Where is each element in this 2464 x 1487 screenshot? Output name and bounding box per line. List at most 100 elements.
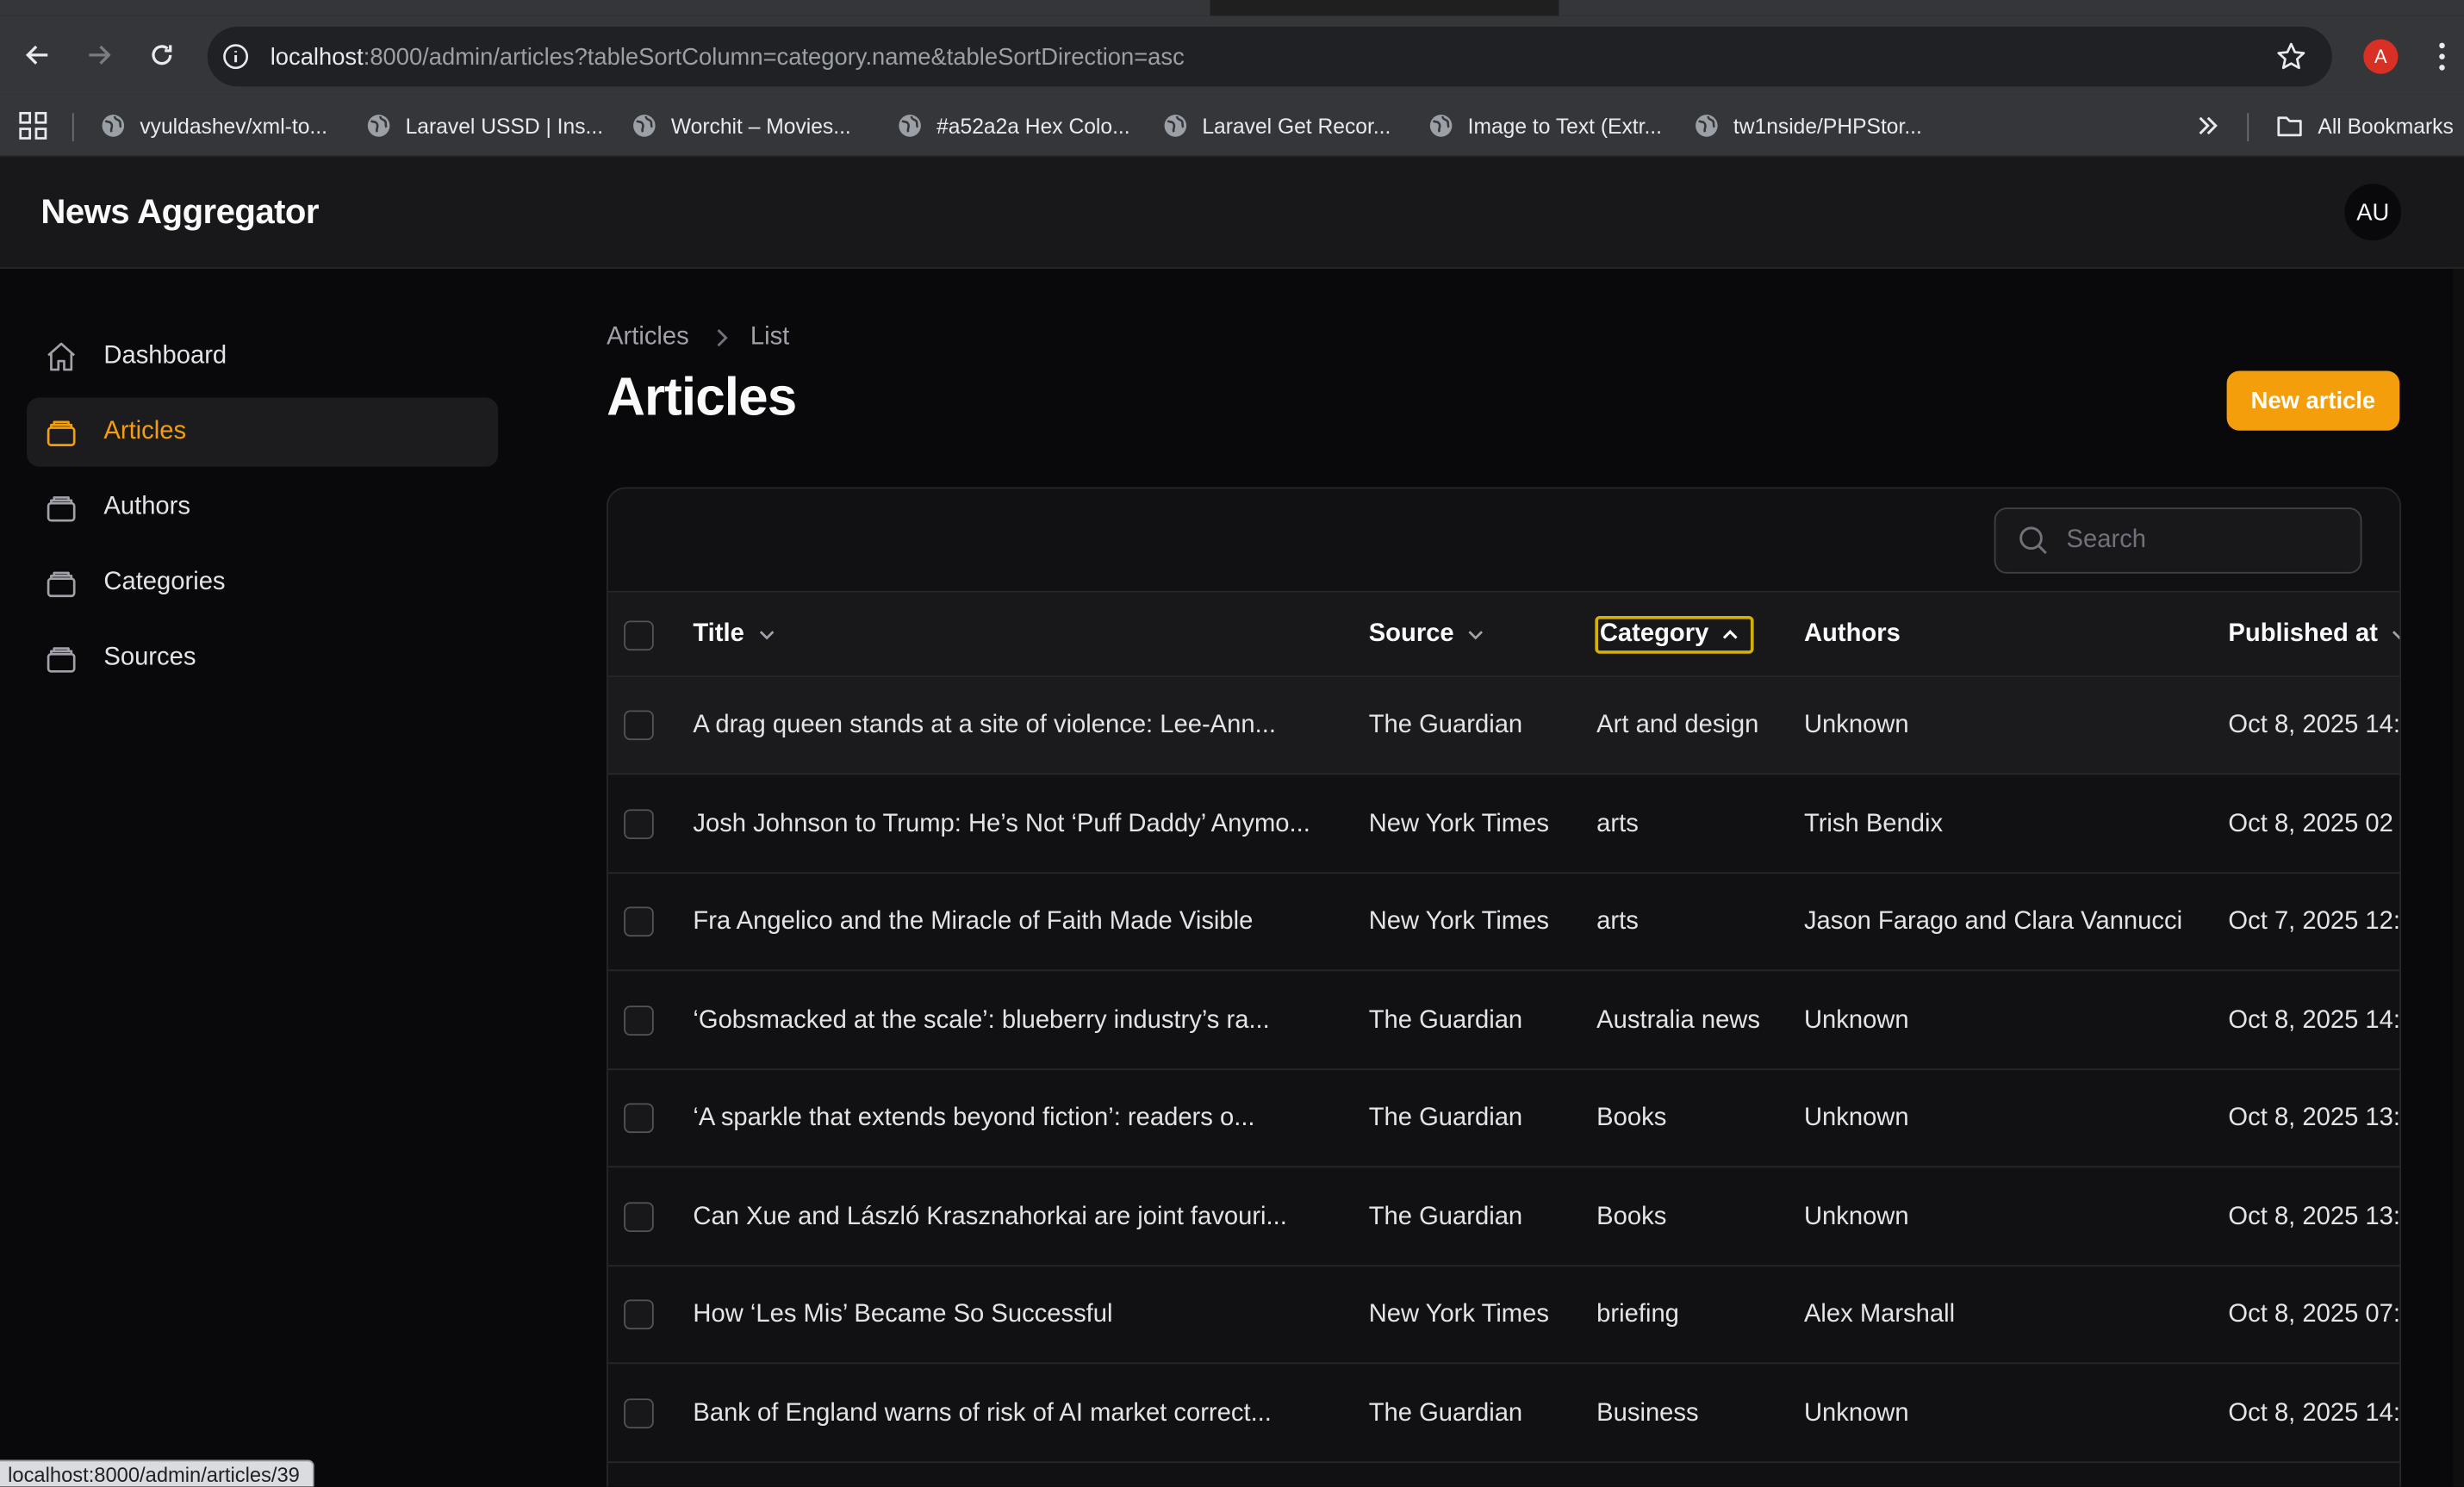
all-bookmarks-label: All Bookmarks (2318, 114, 2454, 138)
chevron-down-icon (1468, 631, 1484, 640)
reload-button[interactable] (145, 38, 179, 72)
chevron-up-icon (1723, 630, 1739, 639)
new-article-button[interactable]: New article (2226, 370, 2400, 431)
cell-title[interactable]: A drag queen stands at a site of violenc… (693, 677, 1353, 775)
sidebar-item-dashboard[interactable]: Dashboard (27, 322, 498, 391)
chevron-double-right-icon[interactable] (2193, 112, 2222, 140)
cell-title[interactable]: Bank of England warns of risk of AI mark… (693, 1365, 1353, 1462)
cell-title[interactable]: How ‘Les Mis’ Became So Successful (693, 1266, 1353, 1364)
row-checkbox[interactable] (624, 1201, 654, 1232)
breadcrumb-current: List (750, 323, 790, 351)
column-header-published[interactable]: Published at (2228, 593, 2400, 677)
chevron-right-icon (718, 329, 729, 347)
bookmark-star-icon[interactable] (2275, 40, 2306, 72)
cell-source: The Guardian (1368, 712, 1523, 739)
bookmark-item[interactable]: vyuldashev/xml-to... (101, 110, 327, 141)
cell-title[interactable]: Fra Angelico and the Miracle of Faith Ma… (693, 874, 1353, 971)
bookmark-label: #a52a2a Hex Colo... (936, 114, 1130, 138)
sidebar-item-label: Sources (103, 644, 196, 671)
sidebar-item-authors[interactable]: Authors (27, 473, 498, 542)
row-checkbox[interactable] (624, 1005, 654, 1036)
cell-source: The Guardian (1368, 1399, 1523, 1427)
table-row[interactable]: Bank of England warns of risk of AI mark… (607, 1365, 2400, 1463)
app-topbar: News Aggregator AU (0, 157, 2464, 269)
bookmark-label: tw1nside/PHPStor... (1733, 114, 1922, 138)
sidebar-item-sources[interactable]: Sources (27, 624, 498, 693)
profile-avatar[interactable]: A (2363, 39, 2399, 74)
bookmark-item[interactable]: #a52a2a Hex Colo... (898, 110, 1130, 141)
cell-title[interactable]: ‘A sparkle that extends beyond fiction’:… (693, 1070, 1353, 1167)
browser-tab[interactable] (1559, 0, 2464, 16)
sidebar-item-categories[interactable]: Categories (27, 549, 498, 618)
bookmark-label: Worchit – Movies... (670, 114, 851, 138)
table-row[interactable]: How ‘Les Mis’ Became So Successful New Yo… (607, 1266, 2400, 1365)
cell-category: Books (1596, 1203, 1667, 1230)
bookmark-item[interactable]: Worchit – Movies... (632, 110, 851, 141)
collection-icon (42, 488, 80, 526)
apps-grid-icon[interactable] (19, 111, 47, 140)
cell-published: Oct 8, 2025 14: (2228, 712, 2400, 739)
bookmark-item[interactable]: Laravel Get Recor... (1163, 110, 1391, 141)
column-header-title[interactable]: Title (693, 593, 777, 677)
all-bookmarks-button[interactable]: All Bookmarks (2275, 110, 2454, 141)
more-options-icon[interactable] (2433, 40, 2452, 72)
bookmark-item[interactable]: Laravel USSD | Ins... (366, 110, 603, 141)
cell-published: Oct 8, 2025 14: (2228, 1399, 2400, 1427)
select-all-checkbox[interactable] (624, 620, 654, 651)
globe-icon (899, 115, 921, 137)
table-row[interactable]: A drag queen stands at a site of violenc… (607, 677, 2400, 775)
search-input[interactable] (2066, 526, 2334, 555)
brand-title[interactable]: News Aggregator (40, 192, 319, 233)
column-header-source[interactable]: Source (1369, 593, 1487, 677)
globe-icon (102, 115, 125, 137)
cell-category: arts (1596, 908, 1639, 936)
cell-title[interactable]: ‘Gobsmacked at the scale’: blueberry ind… (693, 972, 1353, 1069)
row-checkbox[interactable] (624, 1397, 654, 1428)
row-checkbox[interactable] (624, 808, 654, 839)
row-checkbox[interactable] (624, 1103, 654, 1134)
breadcrumb-articles-link[interactable]: Articles (607, 324, 689, 352)
bookmark-label: Image to Text (Extr... (1467, 114, 1662, 138)
row-checkbox[interactable] (624, 710, 654, 741)
cell-category: Art and design (1596, 712, 1759, 739)
cell-authors: Jason Farago and Clara Vannucci (1803, 908, 2183, 936)
table-row[interactable]: Josh Johnson to Trump: He’s Not ‘Puff Da… (607, 775, 2400, 874)
cell-published: Oct 8, 2025 07: (2228, 1301, 2400, 1328)
column-header-category[interactable]: Category (1595, 616, 1755, 654)
column-published-label: Published at (2228, 620, 2378, 648)
cell-source: New York Times (1368, 908, 1549, 936)
table-row[interactable]: ‘Gobsmacked at the scale’: blueberry ind… (607, 972, 2400, 1070)
cell-published: Oct 8, 2025 14: (2228, 1006, 2400, 1034)
column-category-label: Category (1599, 620, 1709, 648)
table-row[interactable]: Fra Angelico and the Miracle of Faith Ma… (607, 874, 2400, 972)
cell-title[interactable]: Can Xue and László Krasznahorkai are joi… (693, 1168, 1353, 1266)
sidebar-item-label: Articles (103, 418, 187, 445)
home-icon (42, 338, 80, 376)
bookmark-item[interactable]: Image to Text (Extr... (1428, 110, 1662, 141)
cell-category: arts (1596, 810, 1639, 837)
bookmark-item[interactable]: tw1nside/PHPStor... (1694, 110, 1922, 141)
breadcrumb: Articles List (607, 324, 789, 352)
table-row[interactable]: Can Xue and László Krasznahorkai are joi… (607, 1168, 2400, 1266)
cell-title[interactable]: Josh Johnson to Trump: He’s Not ‘Puff Da… (693, 775, 1353, 873)
chevron-down-icon (2392, 631, 2400, 640)
cell-category: Books (1596, 1104, 1667, 1132)
address-bar[interactable]: localhost:8000/admin/articles?tableSortC… (207, 27, 2332, 87)
cell-source: The Guardian (1368, 1203, 1523, 1230)
table-row[interactable]: ‘A sparkle that extends beyond fiction’:… (607, 1070, 2400, 1168)
site-info-icon[interactable] (220, 40, 251, 72)
page-scrollbar[interactable] (2453, 268, 2464, 1487)
bookmark-label: Laravel USSD | Ins... (405, 114, 604, 138)
browser-tab-active[interactable] (0, 0, 1210, 16)
globe-icon (1164, 115, 1187, 137)
cell-category: Business (1596, 1399, 1699, 1427)
row-checkbox[interactable] (624, 1299, 654, 1330)
search-field[interactable] (1994, 507, 2362, 574)
back-button[interactable] (21, 38, 55, 72)
sidebar-item-articles[interactable]: Articles (27, 397, 499, 467)
forward-button[interactable] (82, 38, 116, 72)
sidebar-item-label: Dashboard (103, 342, 227, 370)
user-avatar[interactable]: AU (2344, 184, 2402, 241)
row-checkbox[interactable] (624, 906, 654, 937)
bookmark-separator (72, 113, 74, 142)
